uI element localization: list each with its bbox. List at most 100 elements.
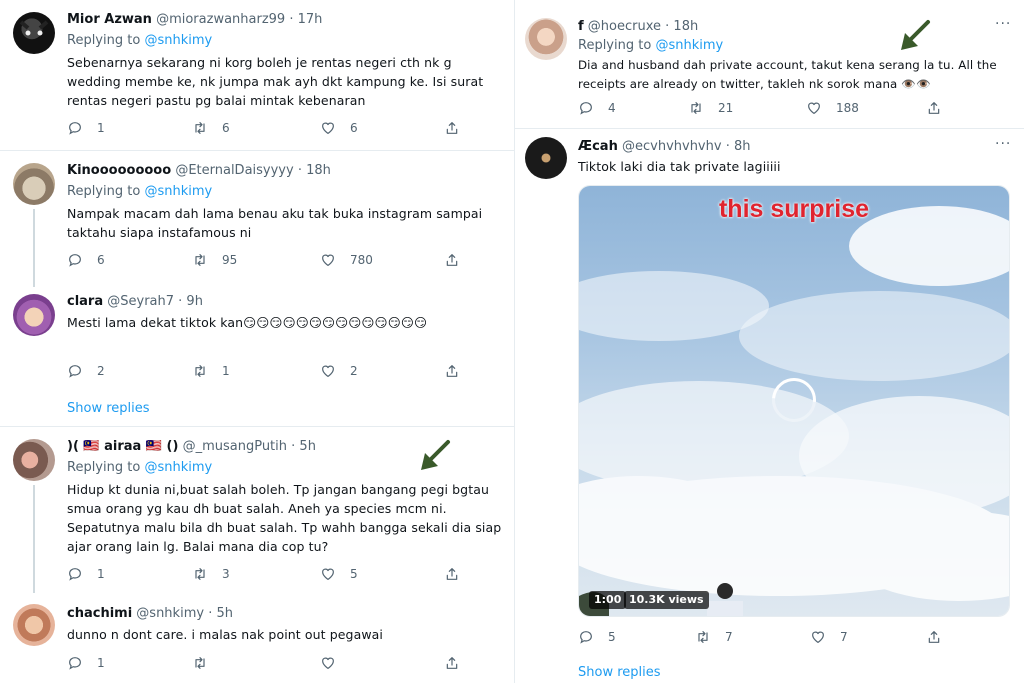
like-button[interactable]: 5 <box>320 565 358 583</box>
avatar[interactable] <box>525 18 567 60</box>
timestamp[interactable]: · 5h <box>208 606 233 621</box>
retweet-count: 21 <box>718 101 734 115</box>
reply-button[interactable]: 4 <box>578 99 616 117</box>
reply-icon <box>578 100 594 116</box>
avatar[interactable] <box>13 163 55 205</box>
retweet-icon <box>192 363 208 379</box>
video-views: 10.3K views <box>624 591 709 609</box>
timestamp[interactable]: · 9h <box>178 294 203 309</box>
share-button[interactable] <box>444 251 474 269</box>
replying-label: Replying to <box>67 184 141 199</box>
replying-label: Replying to <box>67 33 141 48</box>
retweet-button[interactable]: 1 <box>192 362 230 380</box>
tweet-text: Sebenarnya sekarang ni korg boleh je ren… <box>67 55 484 108</box>
replying-to-link[interactable]: @snhkimy <box>655 38 723 53</box>
avatar[interactable] <box>13 294 55 336</box>
author-name[interactable]: clara <box>67 294 103 309</box>
timestamp[interactable]: · 17h <box>289 12 322 27</box>
author-handle[interactable]: @snhkimy <box>136 606 204 621</box>
video-duration: 1:00 <box>589 591 627 609</box>
share-button[interactable] <box>444 362 474 380</box>
like-icon <box>320 655 336 671</box>
retweet-button[interactable]: 95 <box>192 251 237 269</box>
replying-to: Replying to @snhkimy <box>67 459 212 477</box>
avatar[interactable] <box>13 12 55 54</box>
reply-count: 4 <box>608 101 616 115</box>
tweet-clara[interactable]: clara @Seyrah7 · 9h Mesti lama dekat tik… <box>0 286 514 426</box>
share-button[interactable] <box>926 99 956 117</box>
like-button[interactable]: 6 <box>320 119 358 137</box>
author-handle[interactable]: @EternalDaisyyyy <box>175 163 293 178</box>
retweet-count: 95 <box>222 253 238 267</box>
tweet-chachimi[interactable]: chachimi @snhkimy · 5h dunno n dont care… <box>0 592 514 683</box>
retweet-button[interactable]: 7 <box>695 628 733 646</box>
reply-button[interactable]: 5 <box>578 628 616 646</box>
tweet-mior-azwan[interactable]: Mior Azwan @miorazwanharz99 · 17h Replyi… <box>0 0 514 150</box>
author-handle[interactable]: @ecvhvhvhvhv <box>622 139 722 154</box>
timestamp[interactable]: · 5h <box>291 439 316 454</box>
retweet-button[interactable] <box>192 654 222 672</box>
thread-line <box>33 485 35 593</box>
reply-button[interactable]: 2 <box>67 362 105 380</box>
retweet-button[interactable]: 6 <box>192 119 230 137</box>
like-button[interactable]: 188 <box>806 99 859 117</box>
reply-count: 2 <box>97 364 105 378</box>
timestamp[interactable]: · 18h <box>665 19 698 34</box>
share-button[interactable] <box>926 628 956 646</box>
author-handle[interactable]: @miorazwanharz99 <box>156 12 285 27</box>
retweet-icon <box>192 566 208 582</box>
tweet-hoecruxe[interactable]: f @hoecruxe · 18h ··· Replying to @snhki… <box>515 0 1024 128</box>
reply-icon <box>67 363 83 379</box>
like-icon <box>320 252 336 268</box>
share-button[interactable] <box>444 654 474 672</box>
replying-to-link[interactable]: @snhkimy <box>144 33 212 48</box>
tweet-text: Nampak macam dah lama benau aku tak buka… <box>67 206 483 240</box>
author-name[interactable]: f <box>578 19 584 34</box>
avatar[interactable] <box>525 137 567 179</box>
reply-button[interactable]: 6 <box>67 251 105 269</box>
author-name[interactable]: Æcah <box>578 139 618 154</box>
retweet-button[interactable]: 3 <box>192 565 230 583</box>
show-replies-link[interactable]: Show replies <box>67 400 150 418</box>
author-handle[interactable]: @Seyrah7 <box>107 294 174 309</box>
smirk-emoji: 😏 <box>269 315 283 330</box>
arrow-annotation-icon <box>421 440 450 470</box>
reply-button[interactable]: 1 <box>67 654 105 672</box>
author-handle[interactable]: @hoecruxe <box>588 19 661 34</box>
like-button[interactable] <box>320 654 350 672</box>
tweet-header: Æcah @ecvhvhvhvhv · 8h <box>578 138 750 156</box>
author-name[interactable]: Kinooooooooo <box>67 163 171 178</box>
tweet-kinoooo[interactable]: Kinooooooooo @EternalDaisyyyy · 18h Repl… <box>0 151 514 287</box>
tweet-header: Mior Azwan @miorazwanharz99 · 17h <box>67 11 322 29</box>
tweet-airaa[interactable]: )( 🇲🇾 airaa 🇲🇾 () @_musangPutih · 5h Rep… <box>0 427 514 593</box>
author-name[interactable]: chachimi <box>67 606 132 621</box>
tweet-actions: 1 6 6 <box>67 119 467 137</box>
show-replies-link[interactable]: Show replies <box>578 664 661 682</box>
author-name[interactable]: Mior Azwan <box>67 12 152 27</box>
replying-to-link[interactable]: @snhkimy <box>144 184 212 199</box>
timestamp[interactable]: · 8h <box>726 139 751 154</box>
author-name[interactable]: )( 🇲🇾 airaa 🇲🇾 () <box>67 439 178 454</box>
like-button[interactable]: 780 <box>320 251 373 269</box>
video-player[interactable]: this surprise 1:00 10.3K views <box>578 185 1010 617</box>
more-options-button[interactable]: ··· <box>995 136 1011 152</box>
retweet-button[interactable]: 21 <box>688 99 733 117</box>
reply-count: 1 <box>97 656 105 670</box>
arrow-annotation-icon <box>901 20 930 50</box>
like-button[interactable]: 7 <box>810 628 848 646</box>
replying-label: Replying to <box>578 38 652 53</box>
tweet-text: Mesti lama dekat tiktok kan😏😏😏😏😏😏😏😏😏😏😏😏😏… <box>67 313 514 332</box>
reply-count: 1 <box>97 121 105 135</box>
tweet-text: Tiktok laki dia tak private lagiiiii <box>578 159 781 174</box>
reply-button[interactable]: 1 <box>67 119 105 137</box>
share-button[interactable] <box>444 565 474 583</box>
reply-button[interactable]: 1 <box>67 565 105 583</box>
avatar[interactable] <box>13 439 55 481</box>
share-button[interactable] <box>444 119 474 137</box>
timestamp[interactable]: · 18h <box>298 163 331 178</box>
more-options-button[interactable]: ··· <box>995 16 1011 32</box>
avatar[interactable] <box>13 604 55 646</box>
replying-to-link[interactable]: @snhkimy <box>144 460 212 475</box>
like-button[interactable]: 2 <box>320 362 358 380</box>
author-handle[interactable]: @_musangPutih <box>183 439 287 454</box>
